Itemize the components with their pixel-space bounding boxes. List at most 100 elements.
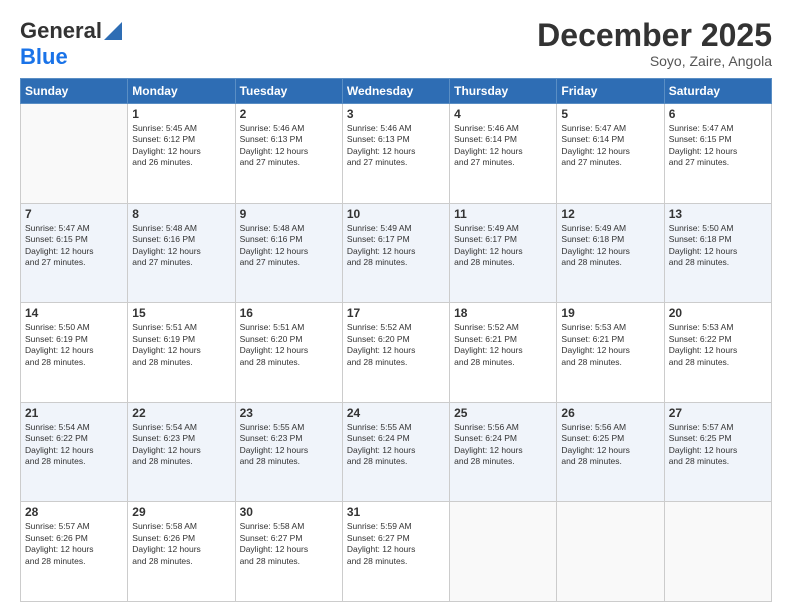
calendar-cell: 22 Sunrise: 5:54 AM Sunset: 6:23 PM Dayli… (128, 402, 235, 502)
calendar-week-4: 21 Sunrise: 5:54 AM Sunset: 6:22 PM Dayli… (21, 402, 772, 502)
calendar-cell (21, 104, 128, 204)
col-sunday: Sunday (21, 79, 128, 104)
day-info: Sunrise: 5:49 AM Sunset: 6:18 PM Dayligh… (561, 223, 659, 269)
day-info: Sunrise: 5:51 AM Sunset: 6:20 PM Dayligh… (240, 322, 338, 368)
day-number: 24 (347, 406, 445, 420)
day-number: 12 (561, 207, 659, 221)
logo-blue-text: Blue (20, 44, 68, 70)
day-info: Sunrise: 5:52 AM Sunset: 6:20 PM Dayligh… (347, 322, 445, 368)
day-info: Sunrise: 5:49 AM Sunset: 6:17 PM Dayligh… (454, 223, 552, 269)
day-info: Sunrise: 5:54 AM Sunset: 6:23 PM Dayligh… (132, 422, 230, 468)
calendar-cell: 11 Sunrise: 5:49 AM Sunset: 6:17 PM Dayli… (450, 203, 557, 303)
logo: General Blue (20, 18, 122, 70)
calendar-cell: 30 Sunrise: 5:58 AM Sunset: 6:27 PM Dayli… (235, 502, 342, 602)
calendar-cell: 14 Sunrise: 5:50 AM Sunset: 6:19 PM Dayli… (21, 303, 128, 403)
calendar-week-1: 1Sunrise: 5:45 AM Sunset: 6:12 PM Daylig… (21, 104, 772, 204)
calendar-cell: 4Sunrise: 5:46 AM Sunset: 6:14 PM Daylig… (450, 104, 557, 204)
col-wednesday: Wednesday (342, 79, 449, 104)
day-info: Sunrise: 5:57 AM Sunset: 6:25 PM Dayligh… (669, 422, 767, 468)
logo-triangle-icon (104, 22, 122, 40)
day-number: 3 (347, 107, 445, 121)
day-info: Sunrise: 5:52 AM Sunset: 6:21 PM Dayligh… (454, 322, 552, 368)
calendar-cell: 9Sunrise: 5:48 AM Sunset: 6:16 PM Daylig… (235, 203, 342, 303)
day-info: Sunrise: 5:55 AM Sunset: 6:24 PM Dayligh… (347, 422, 445, 468)
day-number: 4 (454, 107, 552, 121)
calendar-cell: 27 Sunrise: 5:57 AM Sunset: 6:25 PM Dayli… (664, 402, 771, 502)
calendar-cell: 13Sunrise: 5:50 AM Sunset: 6:18 PM Dayli… (664, 203, 771, 303)
calendar-cell: 10Sunrise: 5:49 AM Sunset: 6:17 PM Dayli… (342, 203, 449, 303)
day-info: Sunrise: 5:53 AM Sunset: 6:21 PM Dayligh… (561, 322, 659, 368)
calendar-cell: 5Sunrise: 5:47 AM Sunset: 6:14 PM Daylig… (557, 104, 664, 204)
calendar-cell: 2 Sunrise: 5:46 AM Sunset: 6:13 PM Daylig… (235, 104, 342, 204)
calendar-cell: 24 Sunrise: 5:55 AM Sunset: 6:24 PM Dayli… (342, 402, 449, 502)
day-number: 29 (132, 505, 230, 519)
day-number: 2 (240, 107, 338, 121)
day-info: Sunrise: 5:46 AM Sunset: 6:13 PM Dayligh… (240, 123, 338, 169)
day-number: 31 (347, 505, 445, 519)
day-number: 11 (454, 207, 552, 221)
calendar-cell: 20 Sunrise: 5:53 AM Sunset: 6:22 PM Dayli… (664, 303, 771, 403)
day-info: Sunrise: 5:50 AM Sunset: 6:19 PM Dayligh… (25, 322, 123, 368)
calendar-week-3: 14 Sunrise: 5:50 AM Sunset: 6:19 PM Dayli… (21, 303, 772, 403)
header: General Blue December 2025 Soyo, Zaire, … (20, 18, 772, 70)
day-number: 23 (240, 406, 338, 420)
day-info: Sunrise: 5:54 AM Sunset: 6:22 PM Dayligh… (25, 422, 123, 468)
col-saturday: Saturday (664, 79, 771, 104)
col-thursday: Thursday (450, 79, 557, 104)
day-info: Sunrise: 5:45 AM Sunset: 6:12 PM Dayligh… (132, 123, 230, 169)
day-number: 7 (25, 207, 123, 221)
day-number: 30 (240, 505, 338, 519)
day-info: Sunrise: 5:58 AM Sunset: 6:26 PM Dayligh… (132, 521, 230, 567)
day-info: Sunrise: 5:46 AM Sunset: 6:13 PM Dayligh… (347, 123, 445, 169)
calendar-cell: 3 Sunrise: 5:46 AM Sunset: 6:13 PM Daylig… (342, 104, 449, 204)
day-info: Sunrise: 5:55 AM Sunset: 6:23 PM Dayligh… (240, 422, 338, 468)
day-info: Sunrise: 5:51 AM Sunset: 6:19 PM Dayligh… (132, 322, 230, 368)
day-info: Sunrise: 5:49 AM Sunset: 6:17 PM Dayligh… (347, 223, 445, 269)
day-number: 25 (454, 406, 552, 420)
day-number: 14 (25, 306, 123, 320)
day-number: 21 (25, 406, 123, 420)
calendar-cell: 8 Sunrise: 5:48 AM Sunset: 6:16 PM Daylig… (128, 203, 235, 303)
calendar-cell (450, 502, 557, 602)
day-info: Sunrise: 5:47 AM Sunset: 6:15 PM Dayligh… (669, 123, 767, 169)
day-info: Sunrise: 5:47 AM Sunset: 6:14 PM Dayligh… (561, 123, 659, 169)
day-number: 9 (240, 207, 338, 221)
day-number: 27 (669, 406, 767, 420)
day-number: 13 (669, 207, 767, 221)
day-number: 20 (669, 306, 767, 320)
calendar-cell: 1Sunrise: 5:45 AM Sunset: 6:12 PM Daylig… (128, 104, 235, 204)
day-number: 22 (132, 406, 230, 420)
calendar-cell: 15Sunrise: 5:51 AM Sunset: 6:19 PM Dayli… (128, 303, 235, 403)
calendar-cell (664, 502, 771, 602)
col-tuesday: Tuesday (235, 79, 342, 104)
calendar-cell: 21 Sunrise: 5:54 AM Sunset: 6:22 PM Dayli… (21, 402, 128, 502)
calendar-cell: 7 Sunrise: 5:47 AM Sunset: 6:15 PM Daylig… (21, 203, 128, 303)
calendar-cell: 29 Sunrise: 5:58 AM Sunset: 6:26 PM Dayli… (128, 502, 235, 602)
day-number: 6 (669, 107, 767, 121)
month-title: December 2025 (537, 18, 772, 53)
day-number: 28 (25, 505, 123, 519)
day-info: Sunrise: 5:57 AM Sunset: 6:26 PM Dayligh… (25, 521, 123, 567)
day-info: Sunrise: 5:58 AM Sunset: 6:27 PM Dayligh… (240, 521, 338, 567)
calendar-cell: 23 Sunrise: 5:55 AM Sunset: 6:23 PM Dayli… (235, 402, 342, 502)
calendar-cell: 26 Sunrise: 5:56 AM Sunset: 6:25 PM Dayli… (557, 402, 664, 502)
day-number: 19 (561, 306, 659, 320)
col-monday: Monday (128, 79, 235, 104)
day-info: Sunrise: 5:53 AM Sunset: 6:22 PM Dayligh… (669, 322, 767, 368)
day-info: Sunrise: 5:47 AM Sunset: 6:15 PM Dayligh… (25, 223, 123, 269)
calendar-cell (557, 502, 664, 602)
calendar-cell: 16 Sunrise: 5:51 AM Sunset: 6:20 PM Dayli… (235, 303, 342, 403)
day-number: 16 (240, 306, 338, 320)
day-number: 17 (347, 306, 445, 320)
calendar-cell: 31Sunrise: 5:59 AM Sunset: 6:27 PM Dayli… (342, 502, 449, 602)
day-number: 26 (561, 406, 659, 420)
calendar-cell: 17 Sunrise: 5:52 AM Sunset: 6:20 PM Dayli… (342, 303, 449, 403)
day-number: 8 (132, 207, 230, 221)
calendar-cell: 28 Sunrise: 5:57 AM Sunset: 6:26 PM Dayli… (21, 502, 128, 602)
day-info: Sunrise: 5:56 AM Sunset: 6:25 PM Dayligh… (561, 422, 659, 468)
calendar-cell: 12 Sunrise: 5:49 AM Sunset: 6:18 PM Dayli… (557, 203, 664, 303)
page: General Blue December 2025 Soyo, Zaire, … (0, 0, 792, 612)
calendar-cell: 19 Sunrise: 5:53 AM Sunset: 6:21 PM Dayli… (557, 303, 664, 403)
day-info: Sunrise: 5:48 AM Sunset: 6:16 PM Dayligh… (132, 223, 230, 269)
calendar-table: Sunday Monday Tuesday Wednesday Thursday… (20, 78, 772, 602)
